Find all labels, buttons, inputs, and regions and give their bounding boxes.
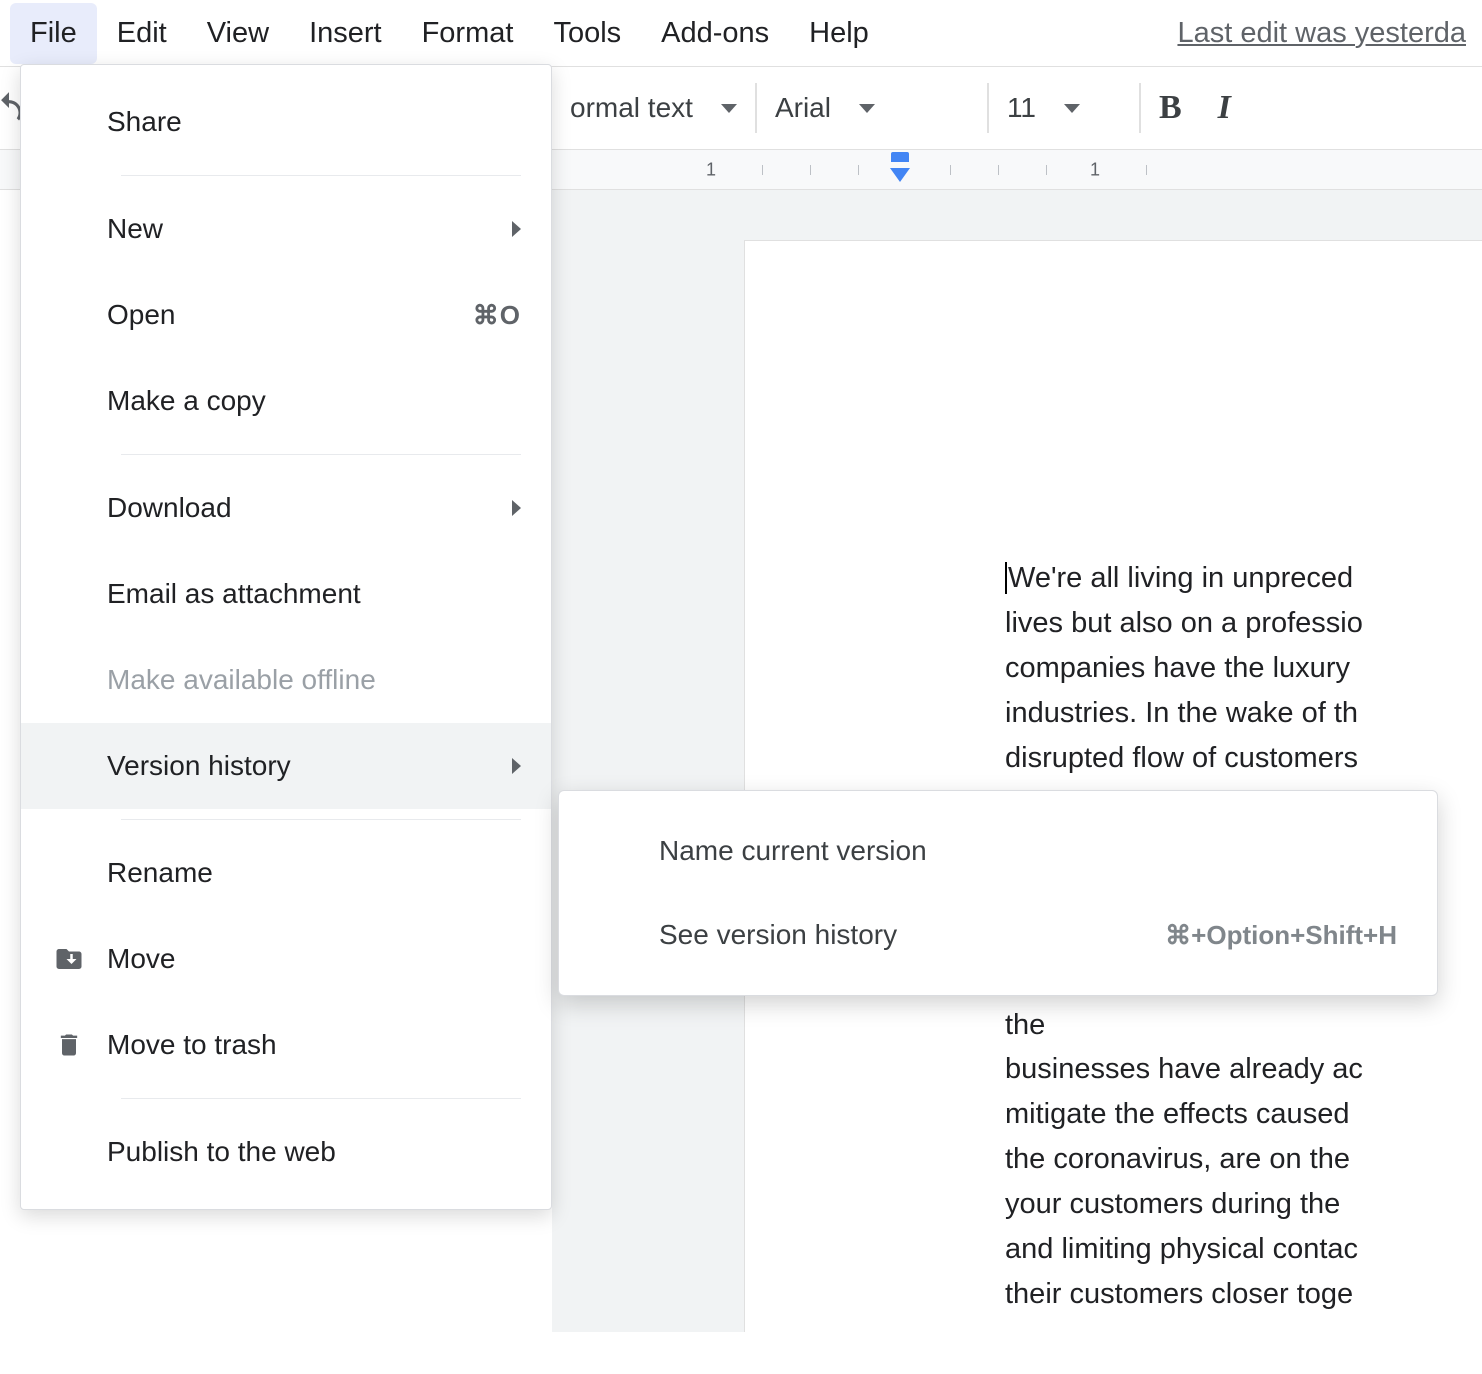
- ruler-tick-1-right: 1: [1090, 159, 1100, 180]
- paragraph-style-label: ormal text: [570, 92, 693, 124]
- menu-item-make-copy[interactable]: Make a copy: [21, 358, 551, 444]
- chevron-down-icon: [721, 104, 737, 113]
- menu-item-move[interactable]: Move: [21, 916, 551, 1002]
- menu-help[interactable]: Help: [789, 3, 889, 64]
- submenu-item-name-current-version-label: Name current version: [659, 835, 1397, 867]
- submenu-item-see-version-history-label: See version history: [659, 919, 1141, 951]
- menu-item-share-label: Share: [107, 106, 521, 138]
- submenu-arrow-icon: [512, 221, 521, 237]
- menu-item-download-label: Download: [107, 492, 492, 524]
- menu-view[interactable]: View: [187, 3, 289, 64]
- last-edit-link[interactable]: Last edit was yesterda: [1177, 17, 1472, 50]
- menu-item-publish-web-label: Publish to the web: [107, 1136, 521, 1168]
- document-paragraph-1[interactable]: We're all living in unpreced lives but a…: [1005, 562, 1363, 774]
- menu-item-open[interactable]: Open ⌘O: [21, 272, 551, 358]
- menu-format[interactable]: Format: [402, 3, 534, 64]
- menu-item-make-offline: Make available offline: [21, 637, 551, 723]
- menu-item-version-history-label: Version history: [107, 750, 492, 782]
- menu-item-publish-web[interactable]: Publish to the web: [21, 1109, 551, 1195]
- font-size-value: 11: [1007, 92, 1036, 124]
- chevron-down-icon: [859, 104, 875, 113]
- submenu-item-see-version-history[interactable]: See version history ⌘+Option+Shift+H: [559, 893, 1437, 977]
- document-paragraph-2[interactable]: nes the businesses have already ac mitig…: [1005, 964, 1363, 1311]
- menu-addons[interactable]: Add-ons: [641, 3, 789, 64]
- first-line-indent-marker[interactable]: [891, 152, 909, 162]
- menu-edit[interactable]: Edit: [97, 3, 187, 64]
- menu-item-download[interactable]: Download: [21, 465, 551, 551]
- submenu-item-name-current-version[interactable]: Name current version: [559, 809, 1437, 893]
- menu-item-email-attachment[interactable]: Email as attachment: [21, 551, 551, 637]
- left-indent-marker[interactable]: [890, 168, 910, 182]
- menu-item-move-trash-label: Move to trash: [107, 1029, 521, 1061]
- menu-item-move-label: Move: [107, 943, 521, 975]
- move-icon: [51, 944, 87, 974]
- menu-item-new[interactable]: New: [21, 186, 551, 272]
- menu-file[interactable]: File: [10, 3, 97, 64]
- bold-icon: B: [1159, 89, 1182, 127]
- chevron-down-icon: [1064, 104, 1080, 113]
- paragraph-style-select[interactable]: ormal text: [552, 67, 755, 149]
- document-page[interactable]: We're all living in unpreced lives but a…: [744, 240, 1482, 1332]
- menu-item-move-trash[interactable]: Move to trash: [21, 1002, 551, 1088]
- italic-icon: I: [1218, 89, 1231, 127]
- document-canvas: We're all living in unpreced lives but a…: [552, 190, 1482, 1332]
- submenu-item-see-version-history-shortcut: ⌘+Option+Shift+H: [1165, 920, 1397, 951]
- menu-item-share[interactable]: Share: [21, 79, 551, 165]
- submenu-arrow-icon: [512, 500, 521, 516]
- menu-item-make-copy-label: Make a copy: [107, 385, 521, 417]
- submenu-arrow-icon: [512, 758, 521, 774]
- bold-button[interactable]: B: [1141, 67, 1200, 149]
- menu-item-email-attachment-label: Email as attachment: [107, 578, 521, 610]
- trash-icon: [51, 1031, 87, 1059]
- menu-tools[interactable]: Tools: [533, 3, 641, 64]
- italic-button[interactable]: I: [1200, 67, 1249, 149]
- menu-item-new-label: New: [107, 213, 492, 245]
- version-history-submenu: Name current version See version history…: [558, 790, 1438, 996]
- menu-item-rename-label: Rename: [107, 857, 521, 889]
- menu-bar: File Edit View Insert Format Tools Add-o…: [0, 0, 1482, 66]
- menu-item-make-offline-label: Make available offline: [107, 664, 521, 696]
- menu-item-open-shortcut: ⌘O: [473, 300, 521, 331]
- font-label: Arial: [775, 92, 831, 124]
- menu-item-open-label: Open: [107, 299, 453, 331]
- file-menu-dropdown: Share New Open ⌘O Make a copy Download E…: [20, 64, 552, 1210]
- font-select[interactable]: Arial: [757, 67, 987, 149]
- font-size-select[interactable]: 11: [989, 67, 1139, 149]
- menu-item-version-history[interactable]: Version history: [21, 723, 551, 809]
- menu-insert[interactable]: Insert: [289, 3, 402, 64]
- menu-item-rename[interactable]: Rename: [21, 830, 551, 916]
- ruler-tick-1-left: 1: [706, 159, 716, 180]
